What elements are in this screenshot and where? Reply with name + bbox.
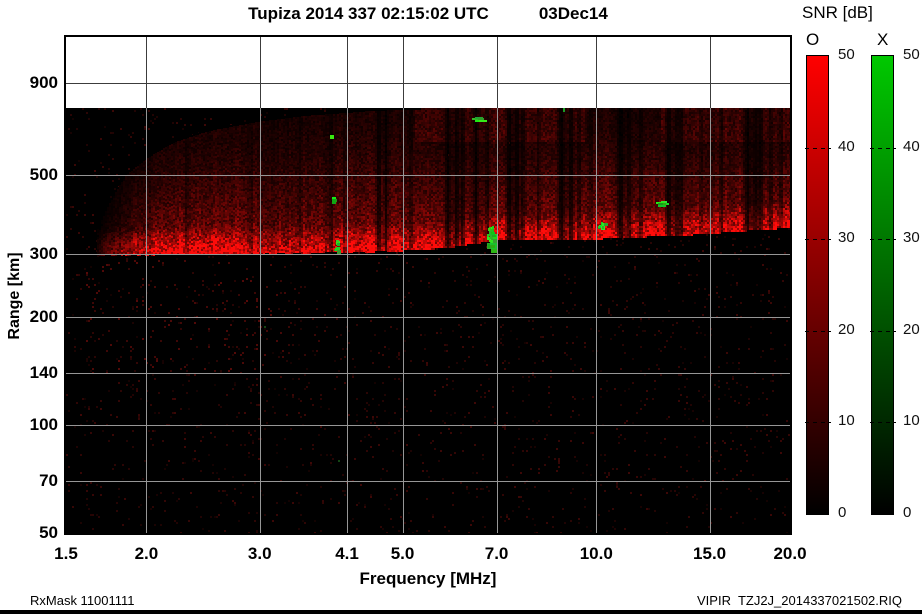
colorbar-tick-label: 20: [838, 321, 868, 338]
colorbar-tick-dash: [870, 239, 896, 240]
snr-colorbar-title: SNR [dB]: [802, 3, 873, 23]
o-mode-colorbar: [806, 55, 829, 515]
colorbar-tick-label: 50: [903, 46, 922, 63]
colorbar-tick-label: 10: [903, 412, 922, 429]
x-tick-label: 3.0: [228, 544, 292, 564]
o-mode-label: O: [806, 30, 819, 50]
y-axis-title: Range [km]: [6, 196, 26, 396]
colorbar-tick-label: 30: [903, 229, 922, 246]
x-axis-title: Frequency [MHz]: [66, 569, 790, 589]
data-file-text: VIPIR TZJ2J_2014337021502.RIQ: [697, 593, 902, 608]
y-tick-label: 500: [6, 165, 58, 185]
x-tick-label: 4.1: [315, 544, 379, 564]
colorbar-tick-label: 30: [838, 229, 868, 246]
y-tick-label: 50: [6, 523, 58, 543]
colorbar-tick-label: 0: [838, 504, 868, 521]
colorbar-tick-label: 50: [838, 46, 868, 63]
page-title: Tupiza 2014 337 02:15:02 UTC 03Dec14: [66, 4, 790, 24]
colorbar-tick-dash: [805, 239, 831, 240]
ionogram-plot-area: [64, 35, 792, 535]
x-tick-label: 20.0: [758, 544, 822, 564]
x-tick-label: 1.5: [34, 544, 98, 564]
colorbar-tick-dash: [870, 331, 896, 332]
colorbar-tick-dash: [805, 422, 831, 423]
colorbar-tick-dash: [870, 148, 896, 149]
x-mode-label: X: [877, 30, 888, 50]
colorbar-tick-label: 40: [903, 138, 922, 155]
ionogram-canvas: [66, 37, 790, 533]
colorbar-tick-label: 40: [838, 138, 868, 155]
x-tick-label: 5.0: [371, 544, 435, 564]
title-date: 03Dec14: [539, 4, 608, 24]
ionogram-app: Tupiza 2014 337 02:15:02 UTC 03Dec14 SNR…: [0, 0, 922, 614]
x-mode-colorbar: [871, 55, 894, 515]
colorbar-tick-dash: [805, 331, 831, 332]
y-tick-label: 900: [6, 73, 58, 93]
rx-mask-text: RxMask 11001111: [30, 593, 135, 608]
x-tick-label: 2.0: [114, 544, 178, 564]
x-tick-label: 7.0: [465, 544, 529, 564]
y-tick-label: 100: [6, 415, 58, 435]
title-main: Tupiza 2014 337 02:15:02 UTC: [248, 4, 489, 24]
colorbar-tick-dash: [870, 422, 896, 423]
colorbar-tick-dash: [805, 148, 831, 149]
bottom-divider: [0, 610, 922, 614]
x-tick-label: 10.0: [564, 544, 628, 564]
x-tick-label: 15.0: [678, 544, 742, 564]
colorbar-tick-label: 10: [838, 412, 868, 429]
y-tick-label: 70: [6, 471, 58, 491]
colorbar-tick-label: 0: [903, 504, 922, 521]
colorbar-tick-label: 20: [903, 321, 922, 338]
